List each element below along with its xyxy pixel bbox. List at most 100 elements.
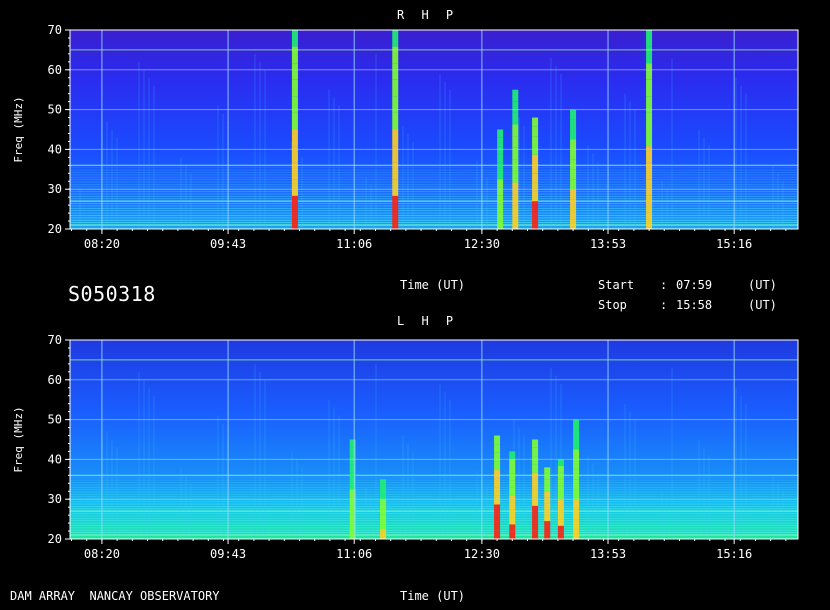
lhp-burst-segment — [532, 514, 539, 523]
rhp-burst-segment — [532, 154, 539, 164]
lhp-burst-segment — [532, 522, 539, 531]
lhp-burst-segment — [573, 479, 580, 490]
lhp-y-tick-label: 30 — [48, 492, 62, 506]
rhp-burst-segment — [497, 162, 504, 171]
lhp-burst-segment — [380, 509, 387, 515]
rhp-burst-segment — [570, 139, 577, 150]
rhp-burst-segment — [497, 146, 504, 155]
lhp-burst-segment — [349, 530, 356, 539]
rhp-y-axis-label: Freq (MHz) — [12, 96, 25, 162]
rhp-burst-segment — [512, 205, 519, 218]
lhp-burst-segment — [557, 492, 564, 500]
rhp-burst-segment — [392, 79, 399, 97]
rhp-y-tick-label: 20 — [48, 222, 62, 236]
lhp-burst-segment — [573, 499, 580, 510]
lhp-burst-segment — [380, 524, 387, 530]
rhp-burst-segment — [532, 126, 539, 137]
rhp-burst-segment — [497, 195, 504, 205]
lhp-burst-segment — [509, 531, 516, 539]
rhp-burst-segment — [512, 136, 519, 148]
lhp-burst-segment — [494, 478, 501, 488]
lhp-burst-segment — [349, 505, 356, 515]
lhp-y-tick-label: 40 — [48, 452, 62, 466]
rhp-burst-segment — [291, 129, 298, 147]
lhp-burst-segment — [532, 472, 539, 481]
rhp-panel: 08:20 09:43 11:06 12:30 13:53 15:16 20 30 40 50 60… — [12, 23, 799, 251]
lhp-burst-segment — [380, 479, 387, 485]
lhp-burst-segment — [380, 529, 387, 535]
rhp-burst-segment — [532, 136, 539, 146]
rhp-burst-segment — [392, 195, 399, 213]
rhp-burst-segment — [291, 96, 298, 113]
lhp-burst-segment — [349, 489, 356, 498]
lhp-y-tick-label: 20 — [48, 532, 62, 546]
lhp-burst-segment — [349, 447, 356, 457]
lhp-x-tick-label: 11:06 — [336, 547, 372, 561]
rhp-spectrogram-background — [70, 30, 798, 229]
lhp-burst-segment — [349, 514, 356, 523]
rhp-burst-segment — [512, 159, 519, 171]
lhp-burst-segment — [573, 429, 580, 440]
lhp-burst-segment — [494, 461, 501, 471]
rhp-burst-segment — [392, 96, 399, 113]
rhp-burst-segment — [291, 179, 298, 196]
rhp-burst-segment — [570, 149, 577, 160]
lhp-burst-segment — [349, 439, 356, 448]
rhp-y-tick-label: 50 — [48, 103, 62, 117]
lhp-burst-segment — [557, 525, 564, 533]
lhp-burst-segment — [494, 521, 501, 531]
lhp-burst-segment — [557, 459, 564, 467]
lhp-burst-segment — [380, 534, 387, 539]
lhp-burst-segment — [544, 515, 551, 522]
lhp-burst-segment — [494, 530, 501, 539]
rhp-burst-segment — [532, 201, 539, 211]
lhp-burst-segment — [532, 530, 539, 539]
lhp-burst-segment — [544, 509, 551, 516]
lhp-burst-segment — [544, 503, 551, 510]
lhp-burst-segment — [557, 472, 564, 480]
lhp-burst-segment — [349, 480, 356, 490]
rhp-y-tick-label: 30 — [48, 182, 62, 196]
lhp-x-tick-label: 09:43 — [210, 547, 246, 561]
rhp-burst-segment — [392, 46, 399, 64]
rhp-burst-segment — [532, 163, 539, 174]
rhp-burst-segment — [570, 209, 577, 220]
rhp-burst-segment — [646, 30, 653, 47]
lhp-burst-segment — [557, 485, 564, 493]
lhp-burst-segment — [544, 479, 551, 486]
rhp-burst-segment — [512, 170, 519, 183]
rhp-burst-segment — [291, 195, 298, 213]
rhp-burst-segment — [646, 112, 653, 130]
lhp-burst-segment — [544, 533, 551, 539]
lhp-burst-segment — [380, 514, 387, 520]
rhp-burst-segment — [497, 212, 504, 221]
lhp-burst-segment — [380, 484, 387, 490]
lhp-burst-segment — [349, 456, 356, 465]
lhp-burst-segment — [494, 487, 501, 496]
lhp-burst-segment — [509, 524, 516, 532]
lhp-burst-segment — [557, 499, 564, 506]
rhp-y-tick-label: 60 — [48, 63, 62, 77]
lhp-burst-segment — [573, 419, 580, 430]
spectrogram-svg: 08:20 09:43 11:06 12:30 13:53 15:16 20 30 40 50 60… — [12, 23, 799, 561]
lhp-burst-segment — [557, 519, 564, 526]
lhp-burst-segment — [494, 435, 501, 445]
lhp-burst-segment — [544, 527, 551, 534]
lhp-burst-segment — [544, 491, 551, 498]
lhp-burst-segment — [349, 472, 356, 481]
lhp-spectrogram-background — [70, 340, 798, 539]
lhp-panel: 08:20 09:43 11:06 12:30 13:53 15:16 20 30 40 50 60… — [12, 333, 799, 561]
lhp-y-axis-label: Freq (MHz) — [12, 406, 25, 472]
lhp-burst-segment — [573, 439, 580, 450]
rhp-burst-segment — [497, 170, 504, 180]
rhp-burst-segment — [532, 210, 539, 220]
rhp-burst-segment — [497, 154, 504, 163]
lhp-burst-segment — [509, 487, 516, 496]
rhp-burst-segment — [512, 112, 519, 125]
rhp-x-tick-label: 09:43 — [210, 237, 246, 251]
rhp-burst-segment — [532, 191, 539, 202]
rhp-burst-segment — [570, 109, 577, 120]
rhp-burst-segment — [512, 194, 519, 206]
lhp-burst-segment — [532, 464, 539, 473]
rhp-burst-segment — [532, 182, 539, 192]
